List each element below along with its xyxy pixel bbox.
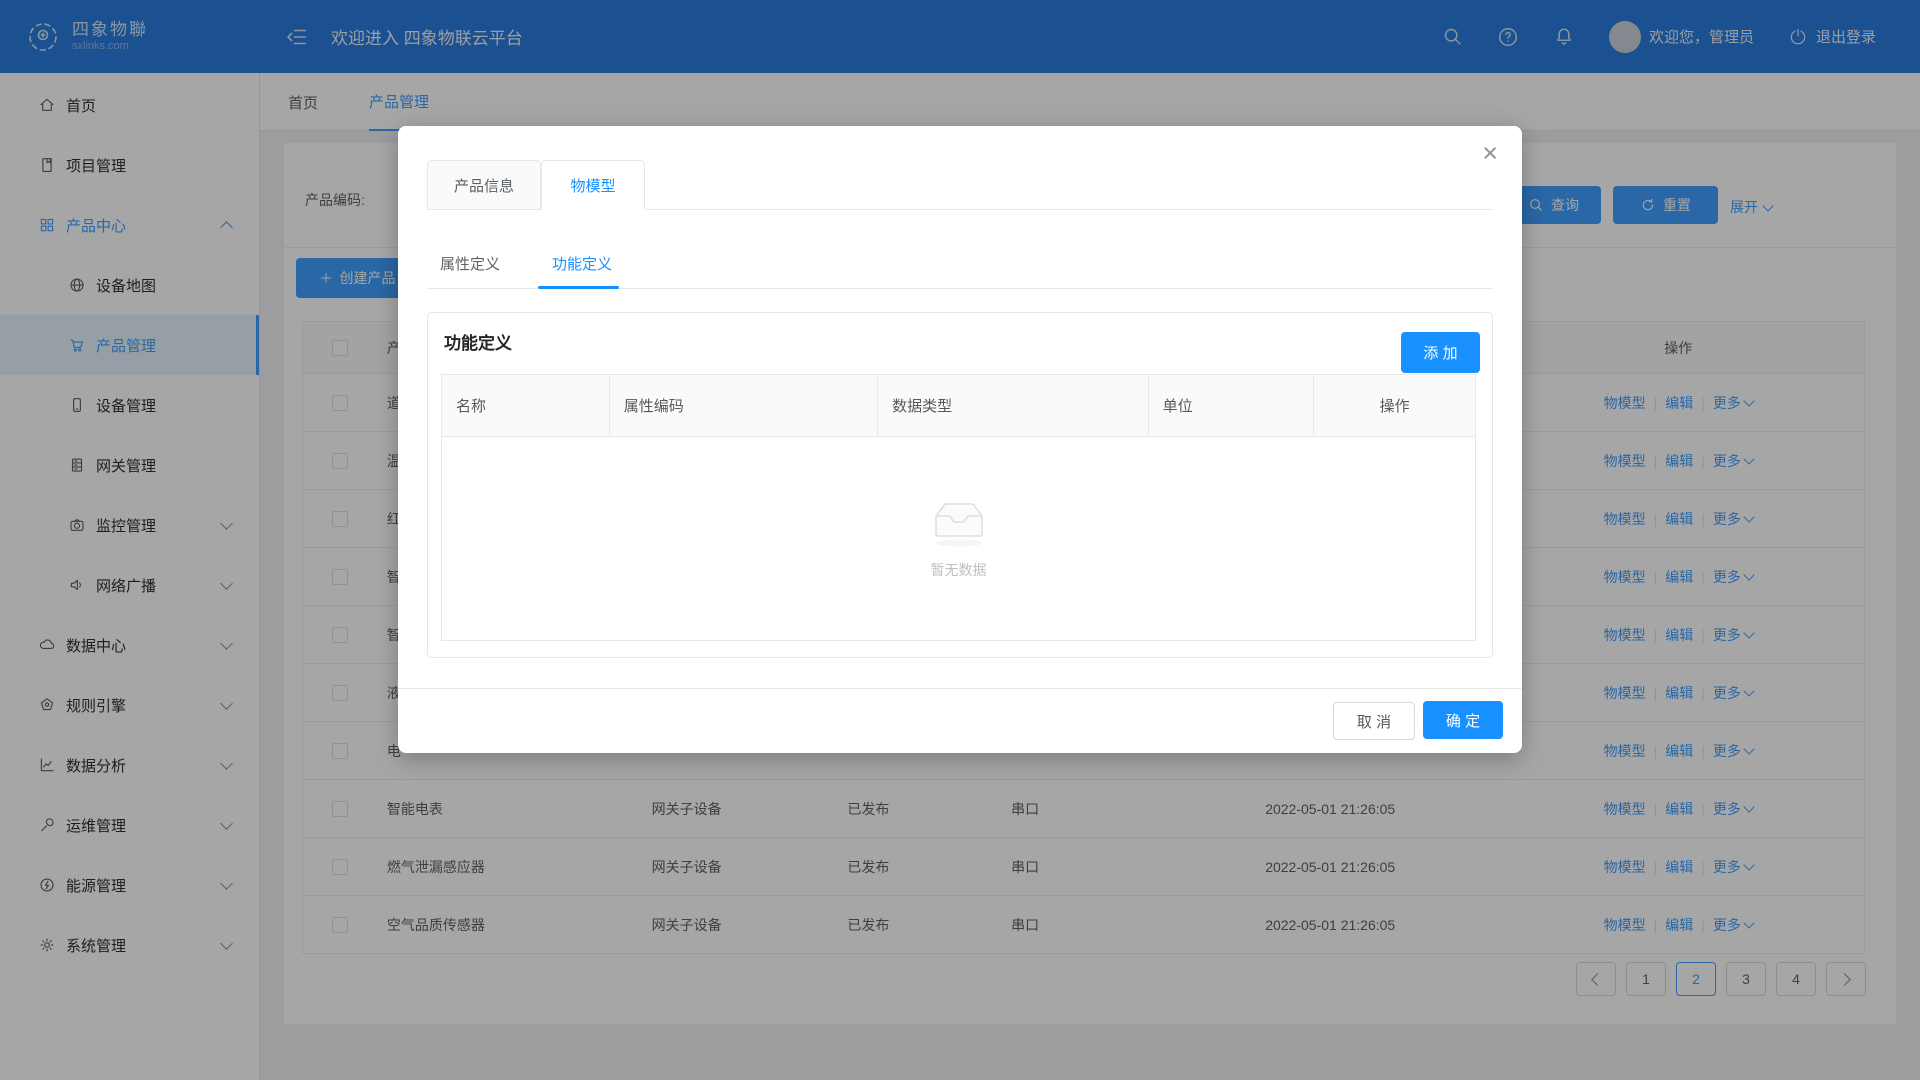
function-col-header-0: 名称 (442, 375, 610, 436)
active-tab-inkbar (538, 286, 619, 289)
section-title: 功能定义 (444, 329, 512, 354)
function-col-header-1: 属性编码 (610, 375, 878, 436)
empty-state: 暂无数据 (442, 437, 1475, 640)
page: 四象物聯 sxlinks.com 欢迎进入 四象物联云平台 欢迎您，管理员 (0, 0, 1920, 1080)
add-button[interactable]: 添 加 (1401, 332, 1480, 373)
empty-text: 暂无数据 (931, 560, 987, 580)
function-table-header: 名称属性编码数据类型单位操作 (442, 375, 1475, 437)
function-col-header-4: 操作 (1314, 375, 1475, 436)
modal-subtab-bar: 属性定义 功能定义 (427, 243, 1493, 289)
confirm-button[interactable]: 确 定 (1423, 701, 1503, 739)
cancel-button[interactable]: 取 消 (1333, 702, 1415, 740)
product-modal: × 产品信息 物模型 属性定义 功能定义 功能定义 添 加 名称属性编码数据类型… (398, 126, 1522, 753)
tab-product-info[interactable]: 产品信息 (427, 160, 541, 210)
function-col-header-2: 数据类型 (878, 375, 1148, 436)
function-def-panel: 功能定义 添 加 名称属性编码数据类型单位操作 暂无数据 (427, 312, 1493, 658)
empty-box-icon (926, 498, 992, 548)
modal-tab-bar: 产品信息 物模型 (427, 160, 1493, 210)
modal-footer-divider (398, 688, 1522, 689)
subtab-attribute-def[interactable]: 属性定义 (440, 253, 500, 274)
subtab-function-def[interactable]: 功能定义 (552, 253, 612, 274)
tab-thing-model[interactable]: 物模型 (541, 160, 645, 210)
function-col-header-3: 单位 (1149, 375, 1315, 436)
function-table: 名称属性编码数据类型单位操作 暂无数据 (441, 374, 1476, 641)
